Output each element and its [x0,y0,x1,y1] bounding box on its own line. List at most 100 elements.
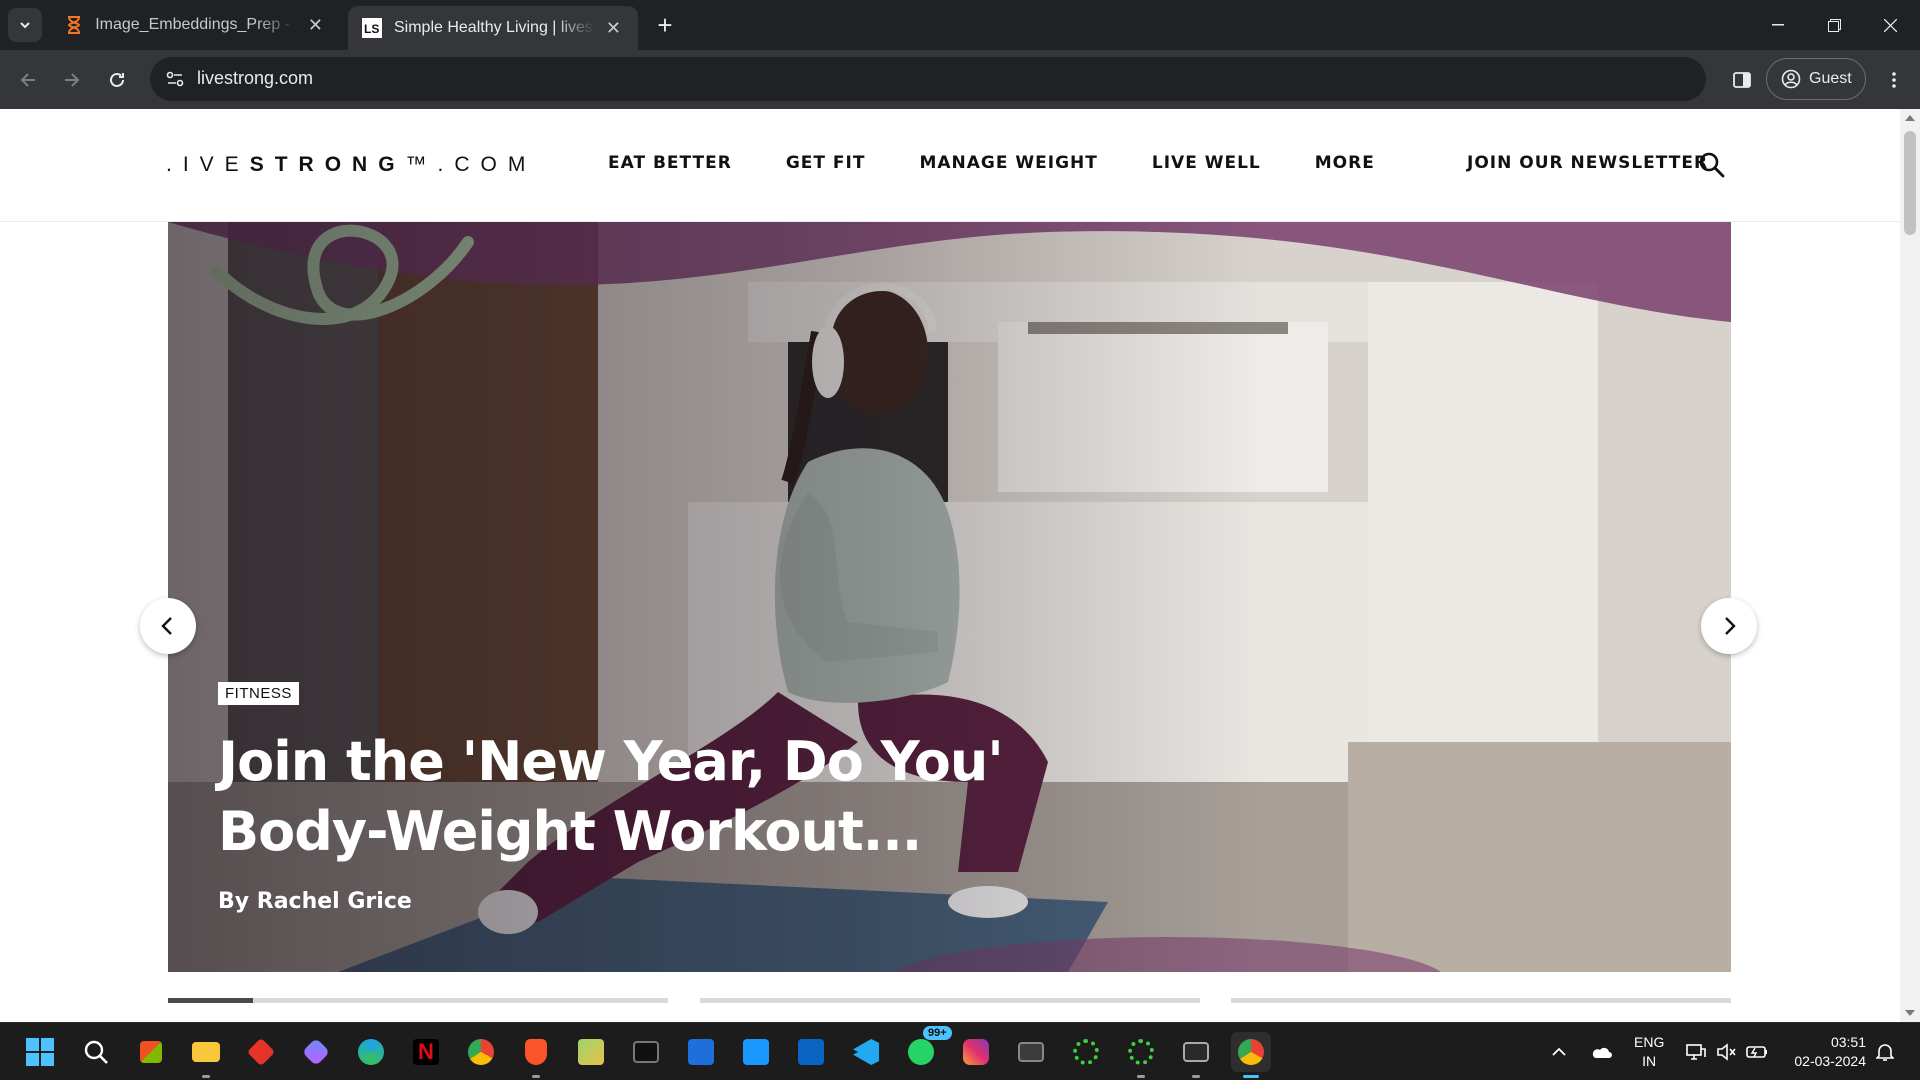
nav-manage-weight[interactable]: MANAGE WEIGHT [919,153,1097,173]
minimize-button[interactable] [1750,0,1806,50]
input-language[interactable]: ENG IN [1634,1033,1664,1071]
tab-strip: Image_Embeddings_Prep - Jupyter ✕ LS Sim… [0,0,1920,50]
store-icon[interactable] [131,1032,171,1072]
photos-icon[interactable] [571,1032,611,1072]
site-header: .IVESTRONG™.COM EAT BETTER GET FIT MANAG… [0,109,1900,222]
tab-livestrong[interactable]: LS Simple Healthy Living | livestrong ✕ [348,6,638,50]
carousel-next-button[interactable] [1701,598,1757,654]
nav-live-well[interactable]: LIVE WELL [1152,153,1261,173]
new-tab-button[interactable]: + [650,10,680,40]
ring-app-2-icon[interactable] [1121,1032,1161,1078]
clock-date: 02-03-2024 [1794,1053,1866,1069]
back-button[interactable] [10,62,46,98]
logo-text-bold: STRONG [249,153,406,176]
nav-eat-better[interactable]: EAT BETTER [608,153,732,173]
tab-search-button[interactable] [8,8,42,42]
profile-icon [1781,69,1801,89]
tab-jupyter[interactable]: Image_Embeddings_Prep - Jupyter ✕ [50,6,340,44]
tab-title: Image_Embeddings_Prep - Jupyter [95,16,297,33]
terminal-icon[interactable] [626,1032,666,1072]
arrow-left-icon [20,73,35,87]
restore-button[interactable] [1806,0,1862,50]
bell-icon [1876,1044,1894,1061]
hourglass-icon [64,15,83,35]
hero-headline[interactable]: Join the 'New Year, Do You' Body-Weight … [218,727,1118,867]
chrome-icon[interactable] [461,1032,501,1072]
lang-code: ENG [1634,1034,1665,1050]
newsletter-link[interactable]: JOIN OUR NEWSLETTER [1467,153,1708,173]
slide-progress-1[interactable] [168,998,668,1003]
hero-byline: By Rachel Grice [218,889,412,914]
more-vert-icon [1892,72,1896,88]
address-bar[interactable]: livestrong.com [150,57,1706,101]
reload-icon [110,72,124,87]
carousel-prev-button[interactable] [140,598,196,654]
profile-label: Guest [1809,70,1852,87]
slide-progress-2[interactable] [700,998,1200,1003]
notifications-button[interactable] [1876,1023,1894,1080]
onedrive-icon[interactable] [1590,1023,1612,1080]
slide-progress-3[interactable] [1231,998,1731,1003]
battery-icon[interactable] [1746,1023,1768,1080]
powershell-icon[interactable] [1176,1032,1216,1078]
hero-slide[interactable]: FITNESS Join the 'New Year, Do You' Body… [168,222,1731,972]
restore-icon [1827,18,1841,32]
copilot-icon[interactable] [296,1032,336,1072]
reload-button[interactable] [99,62,135,98]
livestrong-favicon-icon: LS [362,18,382,38]
category-badge[interactable]: FITNESS [218,682,299,705]
vscode-icon[interactable] [846,1032,886,1072]
url-text[interactable]: livestrong.com [197,68,313,89]
lang-region: IN [1642,1053,1657,1069]
scroll-down-icon[interactable] [1905,1010,1915,1016]
whatsapp-icon[interactable]: 99+ [901,1026,952,1072]
close-tab-icon[interactable]: ✕ [603,17,624,39]
chevron-right-icon [1725,617,1736,635]
instagram-icon[interactable] [956,1032,996,1072]
system-clock[interactable]: 03:51 02-03-2024 [1784,1033,1866,1071]
show-hidden-icons-button[interactable] [1552,1023,1566,1080]
app-blue-icon[interactable] [681,1032,721,1072]
search-icon[interactable] [76,1032,116,1072]
forward-button[interactable] [54,62,90,98]
scrollbar-thumb[interactable] [1904,131,1916,235]
site-logo[interactable]: .IVESTRONG™.COM [166,153,536,177]
network-icon[interactable] [1686,1023,1706,1080]
close-icon [1883,18,1897,32]
logo-text-post: ™.COM [405,153,537,176]
edge-icon[interactable] [351,1032,391,1072]
tab-title: Simple Healthy Living | livestrong [394,19,595,36]
chevron-up-icon [1552,1047,1566,1056]
close-window-button[interactable] [1862,0,1918,50]
svg-text:LS: LS [364,22,379,36]
side-panel-button[interactable] [1724,62,1760,98]
arrow-right-icon [65,73,80,87]
outlook-icon[interactable] [791,1032,831,1072]
file-explorer-icon[interactable] [186,1032,226,1078]
scroll-up-icon[interactable] [1905,115,1915,121]
app-gray-icon[interactable] [1011,1032,1051,1072]
prime-video-icon[interactable] [736,1032,776,1072]
page-scrollbar[interactable] [1900,109,1920,1022]
volume-muted-icon[interactable] [1716,1023,1736,1080]
ring-app-icon[interactable] [1066,1032,1106,1072]
nav-get-fit[interactable]: GET FIT [786,153,866,173]
profile-button[interactable]: Guest [1766,58,1866,100]
chevron-left-icon [161,617,172,635]
minimize-icon [1772,24,1784,26]
close-tab-icon[interactable]: ✕ [305,14,326,36]
windows-taskbar: N 99+ ENG IN 03:51 02-03-2024 [0,1022,1920,1080]
netflix-icon[interactable]: N [406,1032,446,1072]
browser-toolbar: livestrong.com Guest [0,50,1920,109]
nav-more[interactable]: MORE [1315,153,1375,173]
web-page: .IVESTRONG™.COM EAT BETTER GET FIT MANAG… [0,109,1900,1022]
start-icon[interactable] [20,1032,60,1072]
browser-menu-button[interactable] [1876,62,1912,98]
site-settings-icon[interactable] [164,68,186,90]
search-icon[interactable] [1698,151,1726,179]
slide-progress-fill [168,998,253,1003]
chrome-active-icon[interactable] [1231,1032,1271,1078]
app-red-icon[interactable] [241,1032,281,1072]
clock-time: 03:51 [1830,1034,1866,1050]
brave-icon[interactable] [516,1032,556,1078]
